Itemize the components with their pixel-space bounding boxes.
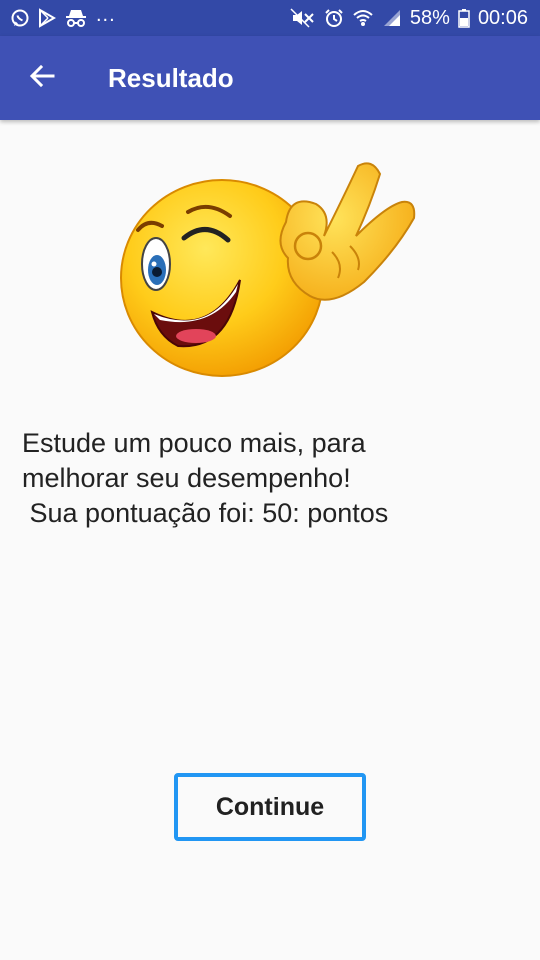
signal-icon	[382, 8, 402, 28]
arrow-left-icon[interactable]	[28, 62, 56, 95]
continue-button[interactable]: Continue	[174, 773, 366, 841]
incognito-icon	[64, 8, 88, 28]
page-title: Resultado	[108, 62, 234, 93]
more-notifications: ...	[96, 3, 116, 26]
winking-ok-emoji	[120, 162, 416, 377]
wifi-icon	[352, 8, 374, 28]
battery-percent: 58%	[409, 6, 450, 29]
status-right: 58% 00:06	[290, 7, 528, 30]
play-store-icon	[38, 8, 56, 28]
whatsapp-icon	[10, 8, 30, 28]
clock: 00:06	[477, 6, 528, 29]
result-image	[118, 160, 424, 382]
app-bar: Resultado	[0, 36, 540, 120]
alarm-icon	[324, 8, 344, 28]
status-left: ...	[10, 4, 116, 28]
status-bar: ... 58% 00:06	[0, 0, 540, 36]
battery-icon	[458, 8, 470, 28]
result-message: Estude um pouco mais, para melhorar seu …	[22, 428, 389, 528]
back-button[interactable]	[14, 50, 70, 106]
mute-icon	[290, 8, 316, 28]
